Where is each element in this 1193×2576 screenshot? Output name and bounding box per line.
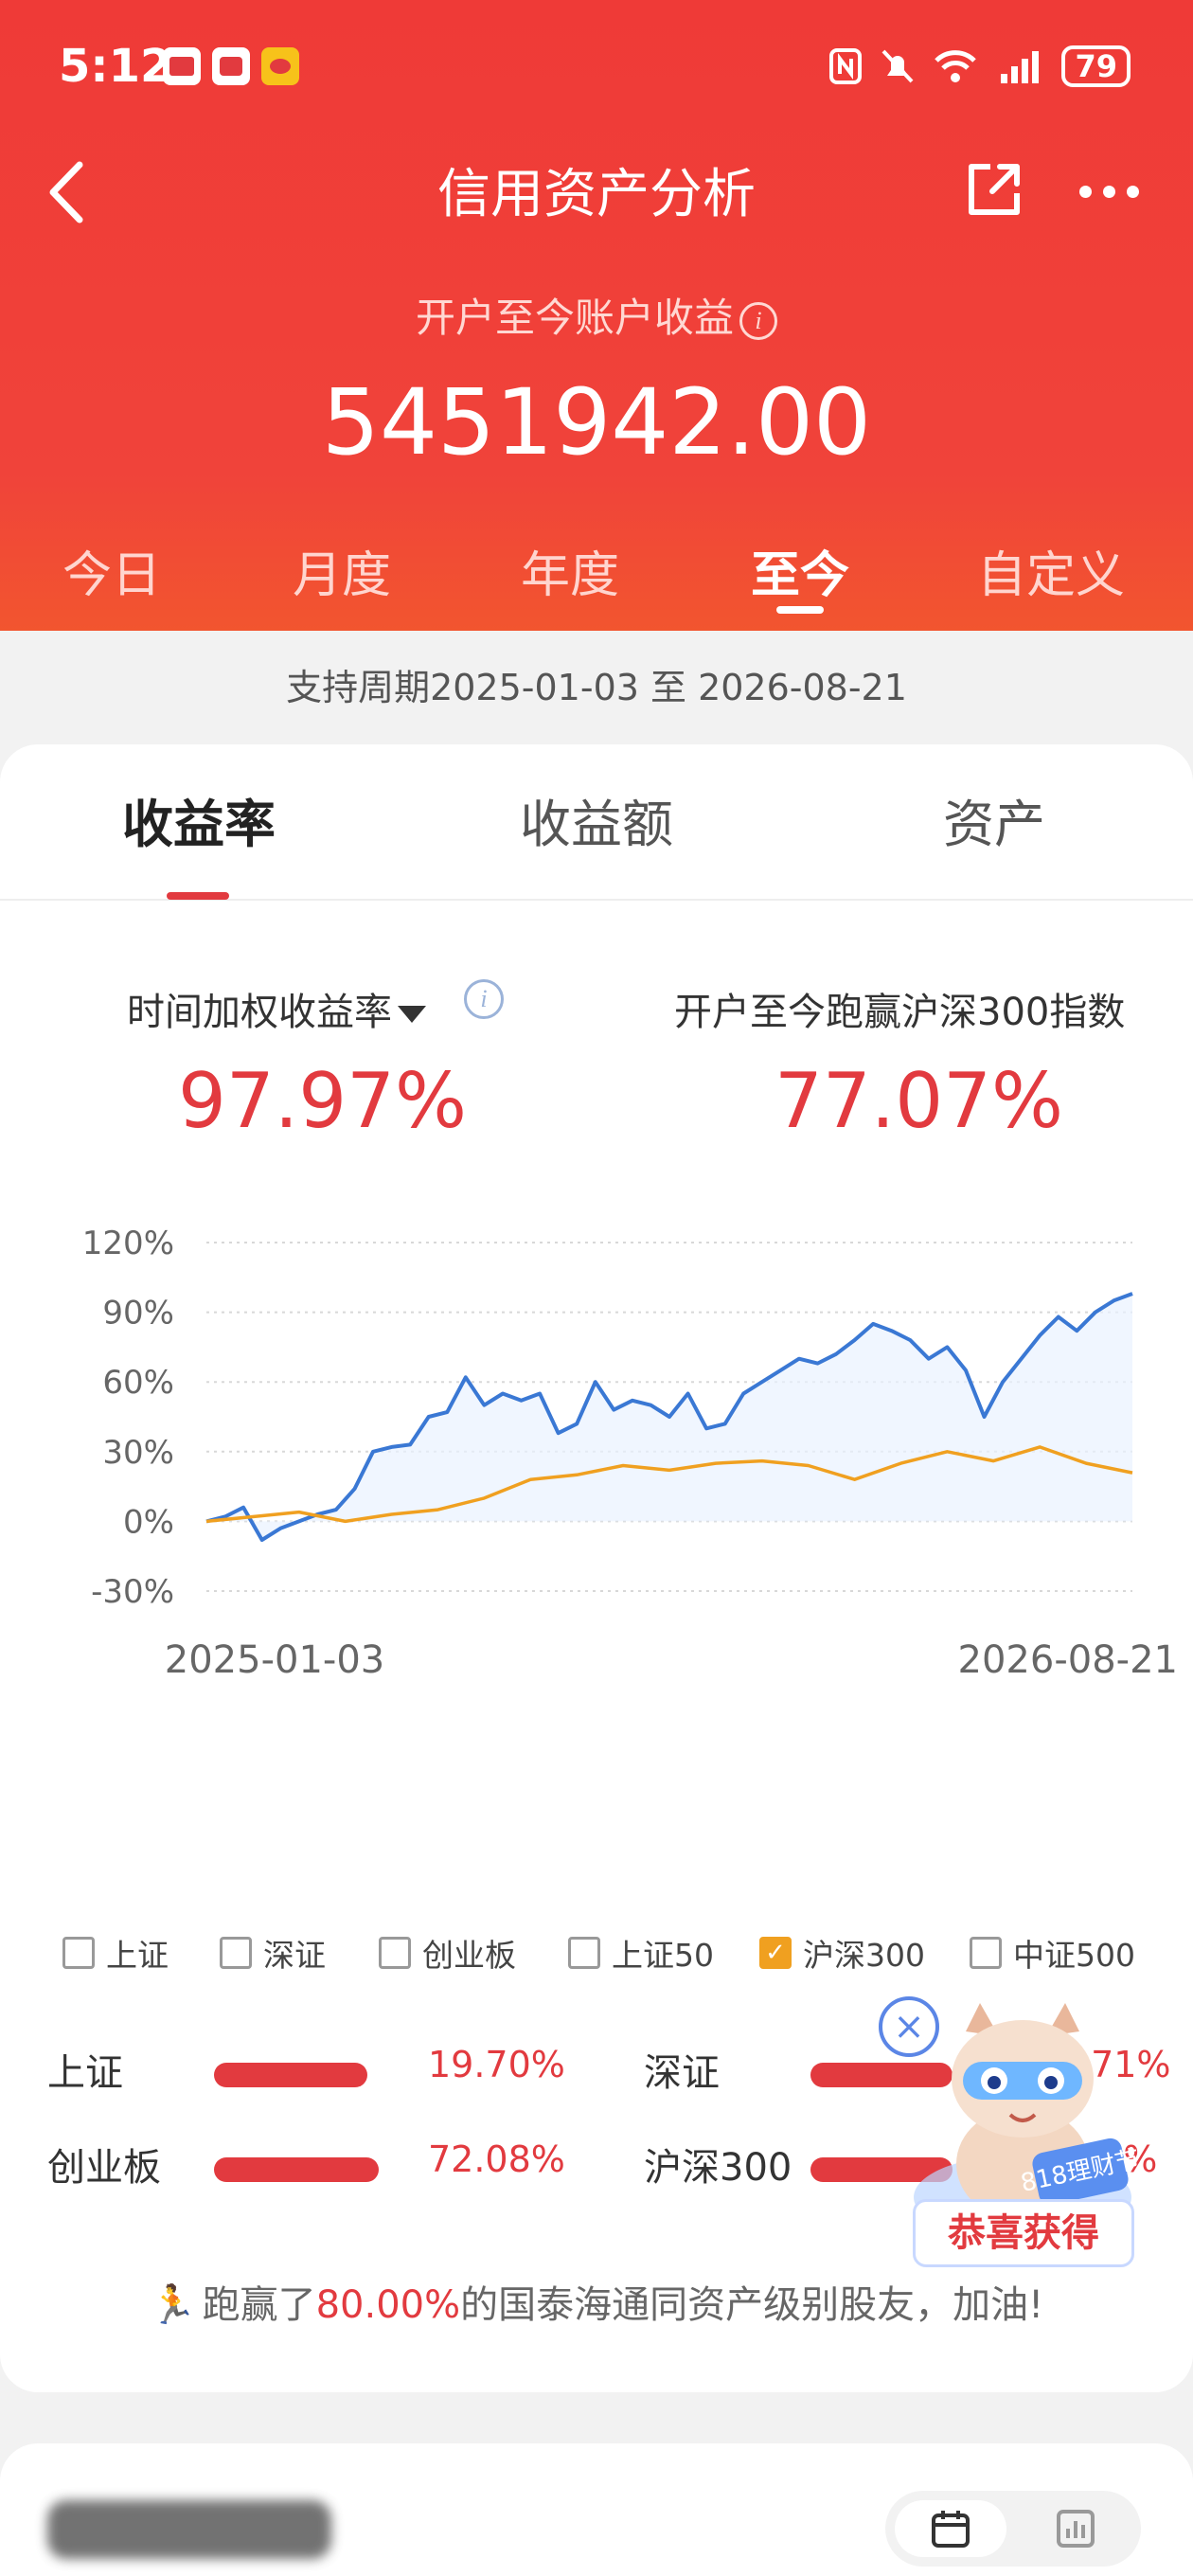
beat-index-value: 77.07% <box>775 1057 1064 1145</box>
y-tick-label: -30% <box>91 1573 174 1611</box>
x-end-label: 2026-08-21 <box>958 1638 1178 1682</box>
checkbox[interactable] <box>970 1937 1002 1969</box>
tab-custom[interactable]: 自定义 <box>977 535 1125 606</box>
tab-return-amount[interactable]: 收益额 <box>520 782 673 857</box>
signal-icon <box>1001 51 1040 83</box>
checkbox[interactable] <box>62 1937 95 1969</box>
y-tick-label: 30% <box>102 1434 174 1472</box>
metric-tabs: 收益率 收益额 资产 <box>0 744 1193 901</box>
shop-icon <box>212 47 250 85</box>
y-tick-label: 90% <box>102 1295 174 1333</box>
legend-csi300[interactable]: ✓ 沪深300 <box>759 1930 925 1976</box>
compare-label: 沪深300 <box>644 2146 792 2190</box>
y-tick-label: 60% <box>102 1364 174 1402</box>
return-chart[interactable]: 120% 90% 60% 30% 0% -30% 2025-01-03 2026-08-21 <box>0 1218 1193 1748</box>
y-tick-label: 120% <box>82 1225 174 1262</box>
calendar-view-button[interactable] <box>895 2500 1006 2557</box>
status-app-icons <box>163 47 299 85</box>
view-toggle <box>885 2491 1141 2567</box>
chart-view-button[interactable] <box>1020 2500 1131 2557</box>
tab-today[interactable]: 今日 <box>62 535 161 606</box>
redacted-title <box>47 2500 331 2559</box>
y-tick-label: 0% <box>123 1503 174 1541</box>
checkbox-checked-icon[interactable]: ✓ <box>759 1937 792 1969</box>
wifi-icon <box>935 50 977 82</box>
tab-year[interactable]: 年度 <box>521 535 619 606</box>
next-card <box>0 2443 1193 2576</box>
compare-label: 上证 <box>47 2051 123 2095</box>
checkbox[interactable] <box>568 1937 600 1969</box>
twr-selector[interactable]: 时间加权收益率 <box>127 981 426 1036</box>
info-icon[interactable]: i <box>739 301 777 340</box>
compare-bar <box>214 2157 379 2182</box>
nfc-icon <box>829 48 863 84</box>
tab-to-date[interactable]: 至今 <box>751 535 849 606</box>
dropdown-caret-icon <box>398 1006 426 1023</box>
toutiao-icon <box>163 47 201 85</box>
calendar-icon <box>932 2511 970 2548</box>
legend-szse[interactable]: 深证 <box>220 1930 326 1976</box>
info-icon[interactable]: i <box>464 979 504 1019</box>
checkbox[interactable] <box>379 1937 411 1969</box>
tab-assets[interactable]: 资产 <box>943 782 1045 857</box>
header: 5:12 79 信用资产分析 开户至今账户收益 i 5451942.00 今日 月… <box>0 0 1193 631</box>
status-indicators: 79 <box>828 45 1131 87</box>
twr-value: 97.97% <box>178 1057 468 1145</box>
more-options-icon[interactable] <box>1079 186 1139 198</box>
compare-label: 深证 <box>644 2051 720 2095</box>
beat-peers-text: 🏃 跑赢了80.00%的国泰海通同资产级别股友，加油! <box>149 2283 1044 2327</box>
x-start-label: 2025-01-03 <box>165 1638 384 1682</box>
account-earnings-label: 开户至今账户收益 i <box>0 286 1193 344</box>
compare-bar <box>214 2063 367 2087</box>
account-earnings-amount: 5451942.00 <box>321 369 872 475</box>
period-range: 支持周期2025-01-03 至 2026-08-21 <box>286 667 907 708</box>
compare-value: 19.70% <box>428 2044 565 2085</box>
share-icon[interactable] <box>964 159 1024 220</box>
checkbox[interactable] <box>220 1937 252 1969</box>
tab-return-rate[interactable]: 收益率 <box>122 782 276 857</box>
mute-icon <box>882 49 914 83</box>
battery-indicator: 79 <box>1061 45 1131 87</box>
tab-month[interactable]: 月度 <box>293 535 391 606</box>
beat-index-label: 开户至今跑赢沪深300指数 <box>674 991 1126 1034</box>
legend-csi500[interactable]: 中证500 <box>970 1930 1135 1976</box>
active-tab-indicator <box>776 606 824 614</box>
status-time: 5:12 <box>59 40 172 93</box>
weibo-icon <box>261 47 299 85</box>
active-subtab-indicator <box>167 892 229 900</box>
bar-chart-icon <box>1057 2510 1095 2548</box>
runner-icon: 🏃 <box>149 2283 197 2327</box>
compare-value: 72.08% <box>428 2138 565 2180</box>
period-tabs: 今日 月度 年度 至今 自定义 <box>0 535 1193 611</box>
index-legend: 上证 深证 创业板 上证50 ✓ 沪深300 中证500 <box>0 1930 1193 1983</box>
legend-chinext[interactable]: 创业板 <box>379 1930 516 1976</box>
compare-label: 创业板 <box>47 2146 161 2190</box>
legend-sse50[interactable]: 上证50 <box>568 1930 714 1976</box>
legend-sse[interactable]: 上证 <box>62 1930 169 1976</box>
congrats-badge[interactable]: 恭喜获得 <box>913 2199 1134 2267</box>
